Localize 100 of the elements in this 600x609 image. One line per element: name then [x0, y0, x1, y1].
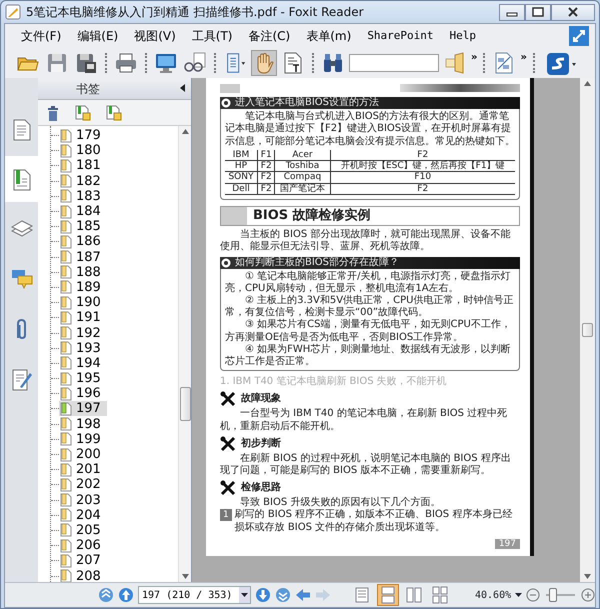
bookmark-item[interactable]: 186 — [59, 234, 107, 250]
bookmark-item[interactable]: 200 — [59, 447, 107, 462]
bookmark-icon — [60, 462, 72, 477]
minimize-button[interactable] — [499, 4, 525, 20]
bookmark-icon — [60, 493, 72, 508]
paragraph: 当主板的 BIOS 部分出现故障时，就可能出现黑屏、设备不能使用、能显示但无法引导、蓝屏、死机等故障。 — [220, 229, 512, 254]
wrench-screwdriver-icon — [220, 436, 236, 452]
close-button[interactable] — [551, 4, 595, 20]
bookmark-item[interactable]: 197 — [59, 401, 107, 416]
zoom-out-button[interactable] — [526, 588, 540, 602]
bookmark-item[interactable]: 187 — [59, 250, 107, 265]
back-button[interactable] — [295, 587, 311, 603]
caret-icon — [241, 592, 248, 597]
menu-item[interactable]: 工具(T) — [190, 27, 234, 45]
continuous-button[interactable] — [377, 584, 399, 606]
wrench-screwdriver-icon — [220, 480, 236, 496]
menu-item[interactable]: 备注(C) — [246, 27, 292, 45]
bookmark-item[interactable]: 185 — [59, 219, 107, 234]
search-field[interactable] — [349, 54, 439, 72]
table-cell: SONY — [225, 172, 258, 184]
menu-item[interactable]: Help — [448, 28, 478, 44]
first-page-button[interactable] — [98, 587, 114, 603]
paragraph: 一台型号为 IBM T40 的笔记本电脑，在刷新 BIOS 过程中死机，重新启动后不能开机。 — [220, 408, 508, 433]
bookmark-item[interactable]: 191 — [59, 310, 107, 326]
add-child-bookmark-button[interactable] — [105, 104, 122, 121]
bookmark-item[interactable]: 196 — [59, 386, 107, 402]
arrow-up-icon — [584, 80, 591, 86]
window-title: 5笔记本电脑维修从入门到精通 扫描维修书.pdf - Foxit Reader — [26, 4, 364, 21]
bookmark-item[interactable]: 180 — [59, 143, 107, 158]
bookmark-item[interactable]: 193 — [59, 340, 107, 356]
bookmark-item[interactable]: 188 — [59, 264, 107, 280]
swirl-logo-icon — [546, 51, 578, 75]
table-cell: 开机时按【ESC】键，然后再按【F1】键 — [330, 160, 515, 172]
bookmark-item[interactable]: 179 — [59, 128, 107, 144]
section-heading: BIOS 故障检修实例 — [253, 208, 371, 224]
four-pages-icon — [431, 586, 449, 604]
next-page-button[interactable] — [255, 587, 271, 603]
restore-button[interactable] — [525, 4, 551, 20]
bookmark-icon — [60, 432, 72, 446]
bookmark-item[interactable]: 198 — [59, 416, 107, 432]
bookmark-item[interactable]: 189 — [59, 280, 107, 295]
bookmark-item[interactable]: 192 — [59, 326, 107, 341]
more-tools-button[interactable]: » — [471, 50, 478, 65]
double-up-icon — [98, 587, 114, 603]
menu-item[interactable]: 文件(F) — [19, 27, 64, 45]
page-logo — [220, 84, 240, 93]
menu-item[interactable]: 视图(V) — [132, 27, 178, 45]
scrollbar-thumb[interactable] — [582, 323, 593, 337]
triangle-left-icon — [180, 84, 185, 92]
bookmark-icon — [60, 280, 72, 294]
menu-item[interactable]: SharePoint — [365, 28, 436, 44]
printer-icon — [114, 51, 138, 75]
bookmark-item[interactable]: 184 — [59, 204, 107, 220]
zoom-slider-thumb[interactable] — [549, 588, 558, 602]
more-tools-button[interactable]: » — [520, 50, 527, 65]
bookmark-item[interactable]: 201 — [59, 462, 107, 478]
menu-item[interactable]: 编辑(E) — [75, 27, 120, 45]
bookmark-icon — [60, 448, 72, 462]
delete-bookmark-button[interactable] — [46, 104, 60, 120]
speech-bubbles-icon — [10, 267, 34, 291]
bookmark-icon — [60, 417, 72, 432]
bookmark-item[interactable]: 199 — [59, 432, 107, 447]
scrollbar-thumb[interactable] — [180, 386, 190, 420]
bookmark-icon — [60, 386, 72, 401]
bookmark-item[interactable]: 204 — [59, 508, 107, 523]
app-menu-button[interactable] — [544, 50, 579, 76]
table-cell: Toshiba — [274, 160, 330, 172]
previous-page-button[interactable] — [118, 587, 134, 603]
bookmark-icon — [60, 372, 72, 386]
hand-tool-button[interactable] — [251, 50, 277, 76]
last-page-button[interactable] — [275, 587, 291, 603]
bookmark-item[interactable]: 181 — [59, 158, 107, 174]
bookmark-item[interactable]: 195 — [59, 371, 107, 386]
paragraph: 导致 BIOS 升级失败的原因有以下几个方面。 — [239, 497, 442, 508]
table-cell: F2 — [257, 172, 275, 184]
heading-tag — [221, 207, 247, 226]
bookmark-icon — [60, 296, 72, 310]
zoom-in-button[interactable] — [581, 588, 595, 602]
collapse-button[interactable] — [180, 82, 185, 94]
bookmark-item[interactable]: 194 — [59, 356, 107, 371]
paragraph: 笔记本电脑与台式机进入BIOS的方法有很大的区别。通常笔记本电脑是通过按下【F2】键进入BIOS设置，在开机时屏幕有提示信息，可能部分笔记本电脑会没有提示信息。常见的热键如下。 — [225, 111, 515, 148]
binoculars-icon — [321, 51, 345, 75]
add-bookmark-button[interactable] — [74, 104, 91, 121]
bookmark-item[interactable]: 182 — [59, 174, 107, 189]
page-dropdown-button[interactable] — [239, 587, 250, 603]
menu-item[interactable]: 表单(m) — [304, 27, 354, 45]
subsection-title: 检修思路 — [241, 482, 281, 494]
bookmark-item[interactable]: 205 — [59, 522, 107, 538]
bookmark-item[interactable]: 190 — [59, 295, 107, 310]
bookmark-item[interactable]: 203 — [59, 492, 107, 508]
fullscreen-button[interactable] — [569, 26, 589, 46]
zoom-dropdown-button[interactable] — [515, 593, 522, 597]
bookmark-item[interactable]: 206 — [59, 538, 107, 554]
bookmark-item[interactable]: 183 — [59, 188, 107, 204]
bookmark-item[interactable]: 202 — [59, 477, 107, 492]
double-down-icon — [275, 587, 291, 603]
page-number-field[interactable]: 197 (210 / 353) — [138, 586, 251, 604]
bookmark-item[interactable]: 207 — [59, 553, 107, 568]
bookmarks-tab[interactable] — [5, 156, 38, 202]
table-cell: F2 — [257, 183, 275, 195]
